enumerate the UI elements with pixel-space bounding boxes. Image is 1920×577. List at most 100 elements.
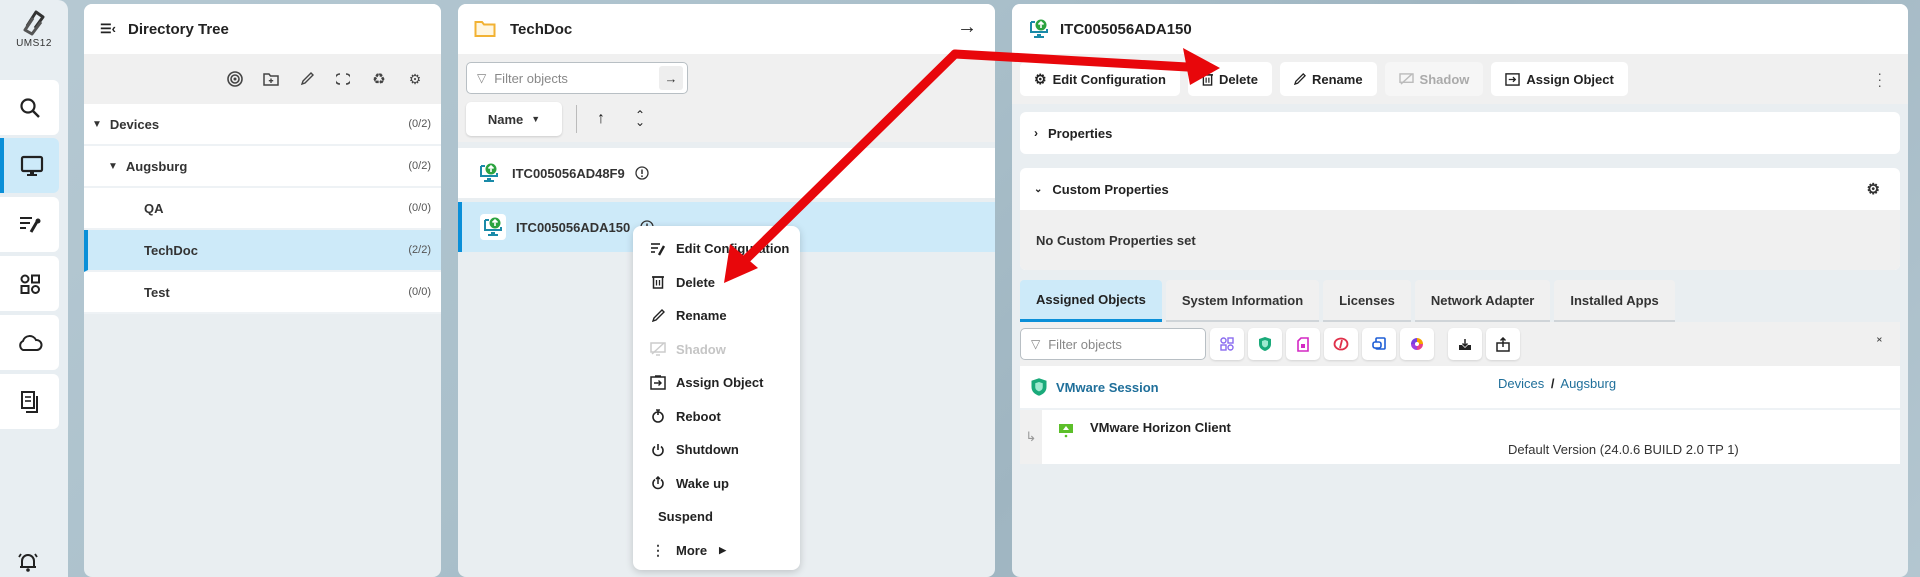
tab-installed-apps[interactable]: Installed Apps <box>1554 280 1675 322</box>
cloud-icon <box>18 334 43 351</box>
edit-configuration-button[interactable]: ⚙ Edit Configuration <box>1020 62 1180 96</box>
menu-item-reboot[interactable]: Reboot <box>633 400 800 434</box>
bell-icon <box>18 553 38 572</box>
section-title: Custom Properties <box>1052 181 1169 197</box>
menu-item-more[interactable]: ⋮ More ▶ <box>633 534 800 568</box>
firmware-icon <box>1333 337 1349 351</box>
tree-node-test[interactable]: Test (0/0) <box>84 272 441 314</box>
filter-funnel-icon: ▽ <box>1031 337 1041 351</box>
shadow-icon <box>650 342 666 356</box>
filter-universal-button[interactable] <box>1400 328 1434 360</box>
tree-node-count: (0/0) <box>408 202 431 214</box>
collapse-all-icon[interactable]: ⌄ ⌃ <box>1875 332 1884 350</box>
device-list-title: TechDoc <box>510 20 573 38</box>
nav-rail: UMS12 <box>0 0 68 577</box>
details-title: ITC005056ADA150 <box>1060 20 1192 38</box>
directory-tree-title: Directory Tree <box>127 20 229 38</box>
refresh-icon[interactable] <box>331 67 355 91</box>
open-arrow-icon[interactable]: → <box>957 16 977 39</box>
caret-down-icon[interactable]: ▼ <box>108 161 118 172</box>
device-name: ITC005056ADA150 <box>516 219 631 235</box>
rail-search-button[interactable] <box>0 80 59 135</box>
filter-firmware-button[interactable] <box>1324 328 1358 360</box>
path-link-augsburg[interactable]: Augsburg <box>1560 376 1616 391</box>
assign-object-button[interactable]: Assign Object <box>1491 62 1628 96</box>
import-button[interactable] <box>1448 328 1482 360</box>
tree-node-augsburg[interactable]: ▼ Augsburg (0/2) <box>84 146 441 188</box>
properties-header[interactable]: › Properties <box>1020 112 1900 154</box>
tree-list: ▼ Devices (0/2) ▼ Augsburg (0/2) QA (0/0… <box>84 104 441 314</box>
device-online-icon <box>1028 18 1050 40</box>
custom-properties-header[interactable]: ⌄ Custom Properties ⚙ <box>1020 168 1900 210</box>
filter-all-types-button[interactable] <box>1210 328 1244 360</box>
tab-licenses[interactable]: Licenses <box>1323 280 1411 322</box>
device-details-panel: ITC005056ADA150 ⚙ Edit Configuration Dele… <box>1012 4 1908 577</box>
collapse-panel-icon[interactable]: ☰‹ <box>100 21 116 37</box>
menu-item-label: Wake up <box>676 475 729 491</box>
child-object[interactable]: VMware Horizon Client Default Version (2… <box>1042 410 1900 464</box>
export-button[interactable] <box>1486 328 1520 360</box>
assigned-object-name[interactable]: VMware Session <box>1056 380 1159 395</box>
sort-ascending-icon[interactable]: ↑ <box>597 110 605 128</box>
rename-button[interactable]: Rename <box>1279 62 1377 96</box>
menu-item-delete[interactable]: Delete <box>633 266 800 300</box>
rail-apps-button[interactable] <box>0 256 59 311</box>
menu-item-shadow: Shadow <box>633 333 800 367</box>
sort-field-dropdown[interactable]: Name ▼ <box>466 102 562 136</box>
device-list-header: TechDoc → <box>458 4 995 54</box>
filter-sim-button[interactable] <box>1286 328 1320 360</box>
edit-icon[interactable] <box>295 67 319 91</box>
path-link-devices[interactable]: Devices <box>1498 376 1544 391</box>
rail-devices-button[interactable] <box>0 138 59 193</box>
tree-node-count: (2/2) <box>408 244 431 256</box>
notifications-button[interactable] <box>16 551 40 576</box>
horizon-client-icon <box>1059 424 1073 438</box>
tab-network-adapter[interactable]: Network Adapter <box>1414 280 1551 322</box>
device-list-toolbar: ▽ Filter objects → Name ▼ ↑ ⌃ ⌄ <box>458 54 995 142</box>
details-action-toolbar: ⚙ Edit Configuration Delete Rename Shadow… <box>1012 54 1908 104</box>
rail-cloud-button[interactable] <box>0 315 59 370</box>
tree-node-techdoc[interactable]: TechDoc (2/2) <box>84 230 441 272</box>
gear-icon: ⚙ <box>1034 70 1047 87</box>
filter-funnel-icon: ▽ <box>477 71 487 85</box>
sort-toggle-icon[interactable]: ⌃ ⌄ <box>635 109 645 128</box>
filter-apps-button[interactable] <box>1362 328 1396 360</box>
rail-configuration-button[interactable] <box>0 197 59 252</box>
filter-apply-button[interactable]: → <box>659 66 683 90</box>
delete-button[interactable]: Delete <box>1187 62 1272 96</box>
menu-item-shutdown[interactable]: Shutdown <box>633 433 800 467</box>
tab-assigned-objects[interactable]: Assigned Objects <box>1020 280 1162 322</box>
new-folder-icon[interactable] <box>259 67 283 91</box>
menu-item-suspend[interactable]: Suspend <box>633 500 800 534</box>
assigned-object-row[interactable]: VMware Session Devices / Augsburg <box>1020 366 1900 410</box>
tab-system-information[interactable]: System Information <box>1165 280 1320 322</box>
menu-item-assign-object[interactable]: Assign Object <box>633 366 800 400</box>
custom-properties-empty: No Custom Properties set <box>1020 210 1900 270</box>
menu-item-wake-up[interactable]: Wake up <box>633 467 800 501</box>
target-icon[interactable] <box>223 67 247 91</box>
power-icon <box>650 443 666 457</box>
tree-node-qa[interactable]: QA (0/0) <box>84 188 441 230</box>
more-actions-kebab-icon[interactable]: · · · <box>1877 66 1882 92</box>
submenu-arrow-icon: ▶ <box>719 544 726 555</box>
assign-icon <box>650 375 666 390</box>
recycle-icon[interactable]: ♻ <box>367 67 391 91</box>
tree-node-devices[interactable]: ▼ Devices (0/2) <box>84 104 441 146</box>
gear-icon[interactable]: ⚙ <box>1867 180 1880 198</box>
info-icon[interactable] <box>635 166 649 180</box>
menu-item-rename[interactable]: Rename <box>633 299 800 333</box>
settings-export-icon[interactable]: ⚙ <box>403 67 427 91</box>
menu-item-edit-configuration[interactable]: Edit Configuration <box>633 232 800 266</box>
chevron-right-icon: › <box>1034 126 1038 140</box>
filter-objects-input[interactable]: ▽ Filter objects → <box>466 62 688 94</box>
caret-down-icon[interactable]: ▼ <box>92 119 102 130</box>
child-object-name: VMware Horizon Client <box>1090 420 1231 435</box>
ums-logo-icon <box>23 10 45 36</box>
assigned-filter-input[interactable]: ▽ Filter objects <box>1020 328 1206 360</box>
child-object-version: Default Version (24.0.6 BUILD 2.0 TP 1) <box>1508 442 1739 457</box>
device-row[interactable]: ITC005056AD48F9 <box>458 148 995 198</box>
rail-documents-button[interactable] <box>0 374 59 429</box>
search-icon <box>19 97 40 118</box>
apps-grid-icon <box>20 274 40 294</box>
filter-profiles-button[interactable] <box>1248 328 1282 360</box>
